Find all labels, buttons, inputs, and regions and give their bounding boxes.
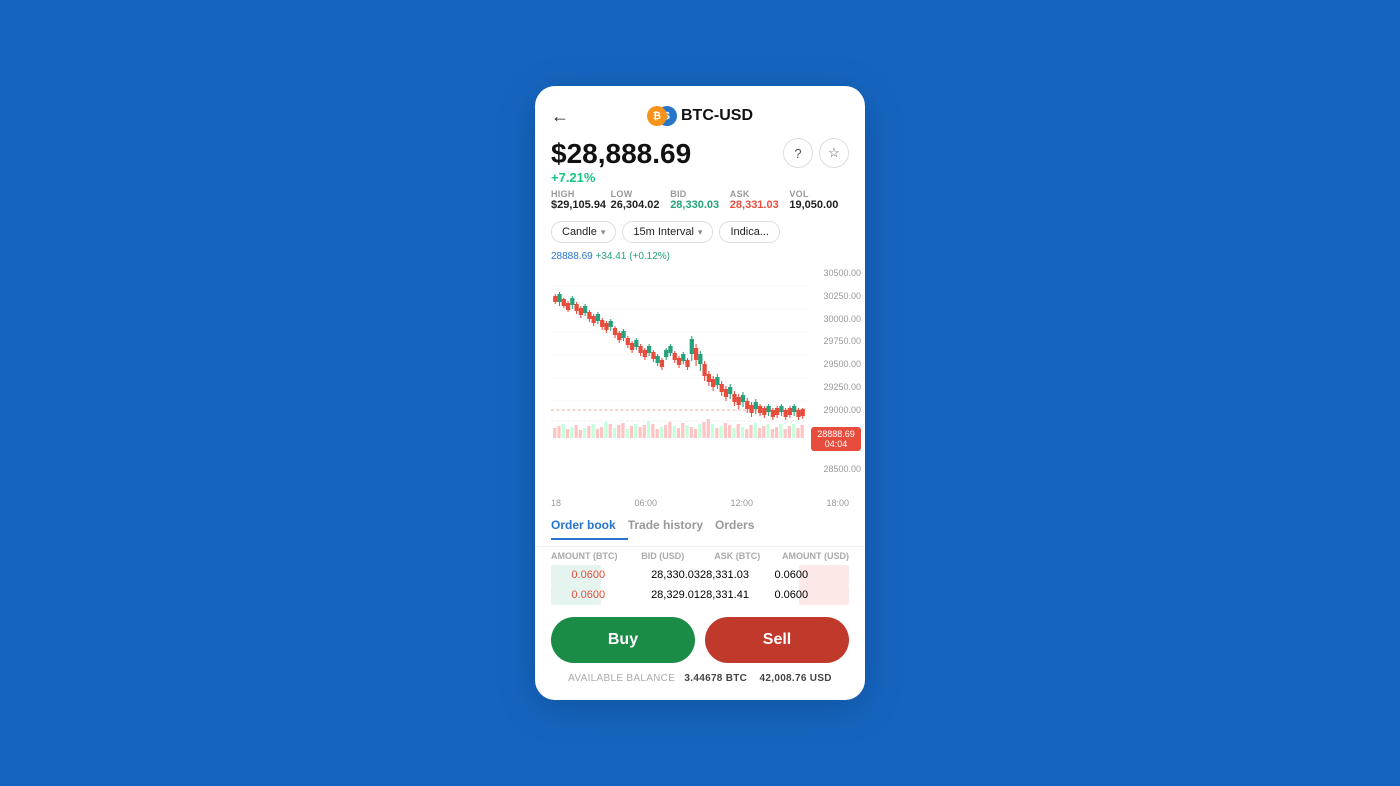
chart-canvas: 30500.00 30250.00 30000.00 29750.00 2950… [551, 266, 865, 476]
order-row: 0.0600 28,329.01 28,331.41 0.0600 [535, 585, 865, 605]
trading-pair: BTC-USD [681, 107, 753, 125]
indicator-selector[interactable]: Indica... [719, 221, 780, 243]
order-row: 0.0600 28,330.03 28,331.03 0.0600 [535, 565, 865, 585]
candle-selector[interactable]: Candle ▾ [551, 221, 616, 243]
chart-info: 28888.69 +34.41 (+0.12%) [551, 251, 865, 266]
pair-title: ₿ $ BTC-USD [647, 106, 753, 126]
back-button[interactable]: ← [551, 106, 569, 127]
favorite-button[interactable]: ☆ [819, 138, 849, 168]
balance-row: AVAILABLE BALANCE 3.44678 BTC 42,008.76 … [535, 673, 865, 700]
chart-area: 28888.69 +34.41 (+0.12%) [535, 251, 865, 496]
current-price-tag: 28888.6904:04 [811, 427, 861, 451]
buy-sell-row: Buy Sell [535, 605, 865, 673]
stat-ask: ASK 28,331.03 [730, 189, 790, 211]
tab-order-book[interactable]: Order book [551, 518, 628, 540]
stat-low: LOW 26,304.02 [611, 189, 671, 211]
chart-main [551, 266, 807, 476]
stat-vol: VOL 19,050.00 [789, 189, 849, 211]
tab-orders[interactable]: Orders [715, 518, 766, 540]
interval-selector[interactable]: 15m Interval ▾ [622, 221, 713, 243]
price-change: +7.21% [551, 170, 849, 185]
stat-bid: BID 28,330.03 [670, 189, 730, 211]
chart-controls: Candle ▾ 15m Interval ▾ Indica... [535, 221, 865, 251]
header: ← ₿ $ BTC-USD [535, 106, 865, 138]
chart-yaxis: 30500.00 30250.00 30000.00 29750.00 2950… [807, 266, 865, 476]
help-button[interactable]: ? [783, 138, 813, 168]
phone-card: ← ₿ $ BTC-USD $28,888.69 +7.21% ? ☆ HIGH… [535, 86, 865, 700]
tab-trade-history[interactable]: Trade history [628, 518, 715, 540]
coin-icons: ₿ $ [647, 106, 675, 126]
chart-xaxis: 18 06:00 12:00 18:00 [535, 496, 865, 510]
btc-icon: ₿ [647, 106, 667, 126]
order-book-tabs: Order book Trade history Orders [535, 510, 865, 547]
sell-button[interactable]: Sell [705, 617, 849, 663]
order-table-header: AMOUNT (BTC) BID (USD) ASK (BTC) AMOUNT … [535, 547, 865, 565]
stats-row: HIGH $29,105.94 LOW 26,304.02 BID 28,330… [535, 185, 865, 221]
buy-button[interactable]: Buy [551, 617, 695, 663]
stat-high: HIGH $29,105.94 [551, 189, 611, 211]
